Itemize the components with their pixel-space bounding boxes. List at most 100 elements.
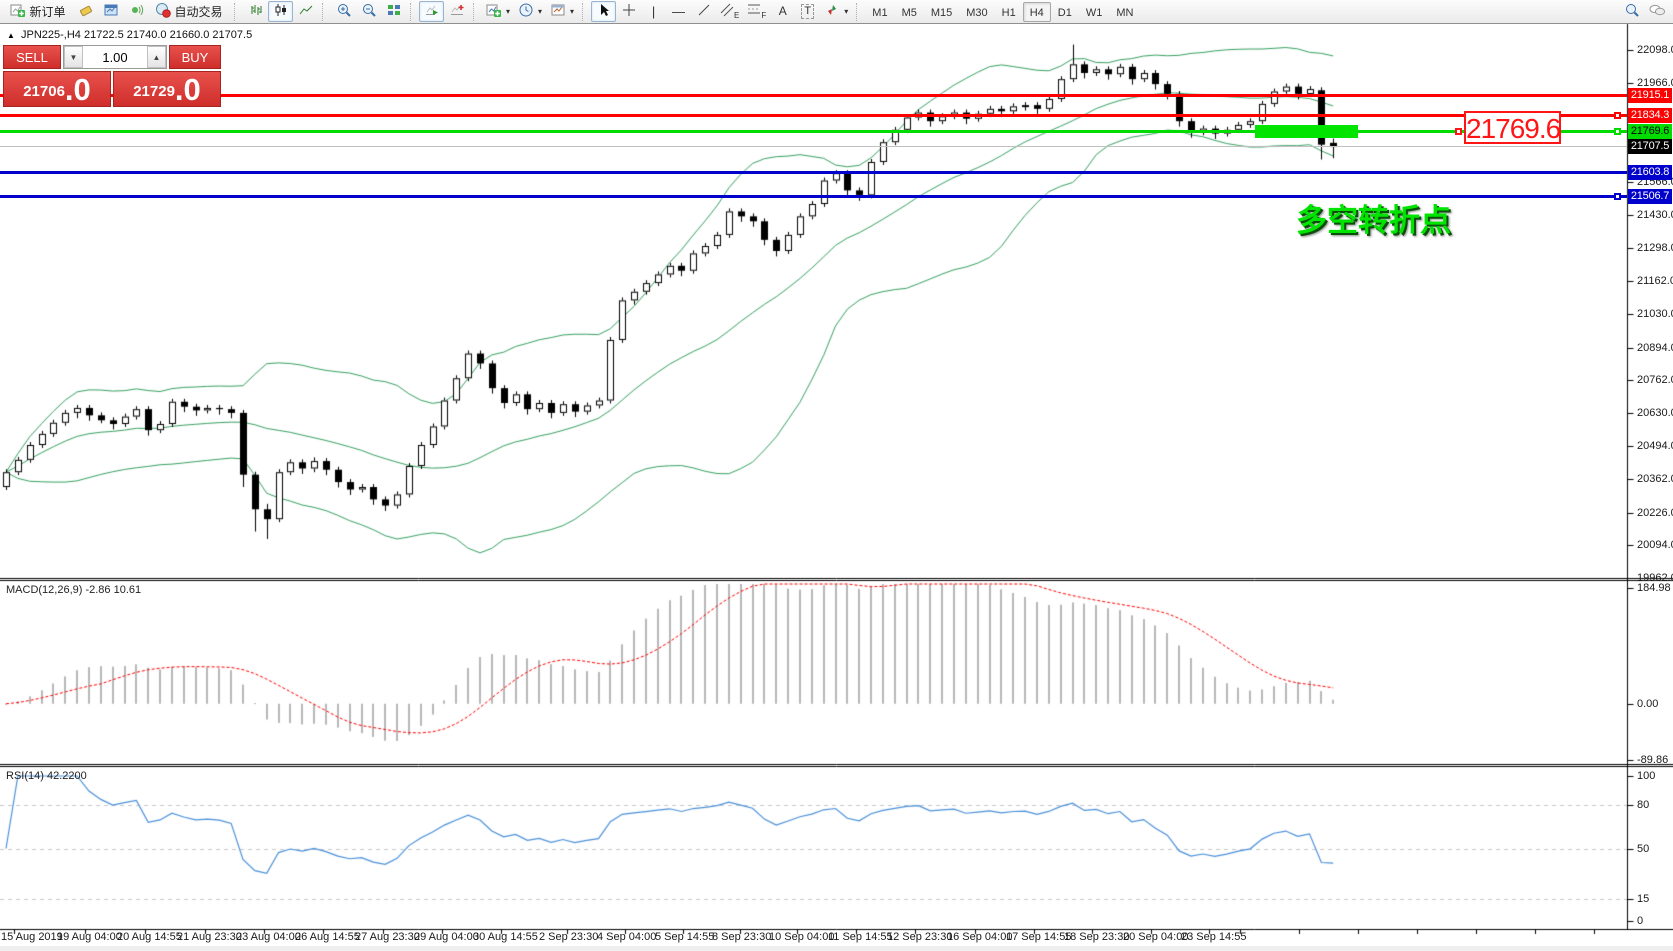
- resistance-line-upper[interactable]: [0, 94, 1627, 97]
- resistance-line-lower[interactable]: [0, 114, 1627, 117]
- pivot-line-green-badge: 21769.6: [1628, 124, 1672, 139]
- macd-axis-tick: 184.98: [1637, 582, 1671, 594]
- price-callout-box[interactable]: 21769.6: [1464, 111, 1561, 144]
- auto-scroll-button[interactable]: [419, 1, 444, 22]
- timeframe-W1[interactable]: W1: [1079, 2, 1110, 22]
- zoom-in-button[interactable]: [331, 1, 356, 22]
- chart-shift-button[interactable]: [444, 1, 469, 22]
- trendline-button[interactable]: [691, 1, 716, 22]
- time-axis-label: 10 Sep 04:00: [769, 931, 834, 943]
- trendline-icon: [696, 2, 712, 21]
- templates-button[interactable]: ▾: [546, 1, 578, 22]
- price-tick: 20894.0: [1637, 342, 1673, 354]
- price-tick: 20762.0: [1637, 374, 1673, 386]
- sell-price-fraction: .0: [65, 74, 91, 105]
- timeframe-D1[interactable]: D1: [1051, 2, 1079, 22]
- profile-icon: [103, 2, 119, 21]
- ohlc-values: 21722.5 21740.0 21660.0 21707.5: [84, 29, 252, 41]
- vertical-line-icon: |: [652, 5, 655, 18]
- price-callout-anchor[interactable]: [1455, 128, 1462, 135]
- time-axis-label: 16 Sep 04:00: [947, 931, 1012, 943]
- time-axis-label: 23 Sep 14:55: [1181, 931, 1246, 943]
- time-axis-label: 23 Aug 04:00: [236, 931, 301, 943]
- support-line-lower-handle[interactable]: [1614, 193, 1621, 200]
- rsi-axis-tick: 0: [1637, 915, 1643, 927]
- pivot-line-green-handle[interactable]: [1614, 128, 1621, 135]
- timeframe-MN[interactable]: MN: [1109, 2, 1140, 22]
- indicators-icon: [486, 2, 502, 21]
- time-axis-label: 30 Aug 14:55: [473, 931, 538, 943]
- channel-icon: [720, 2, 734, 21]
- zoom-out-button[interactable]: [356, 1, 381, 22]
- arrows-icon: [824, 2, 840, 21]
- chart-canvas[interactable]: [0, 0, 1673, 951]
- sell-price-display[interactable]: 21706 .0: [3, 71, 111, 107]
- rsi-axis-tick: 80: [1637, 799, 1649, 811]
- current-price-line[interactable]: [0, 146, 1627, 147]
- time-axis-label: 29 Aug 04:00: [414, 931, 479, 943]
- crosshair-icon: [621, 2, 637, 21]
- text-tool-icon: A: [779, 5, 787, 18]
- time-axis-label: 20 Aug 14:55: [117, 931, 182, 943]
- volume-input[interactable]: 1.00: [83, 46, 147, 68]
- text-tool-button[interactable]: A: [770, 1, 795, 22]
- pivot-line-green[interactable]: [0, 130, 1627, 133]
- time-axis-label: 20 Sep 04:00: [1123, 931, 1188, 943]
- resistance-line-lower-handle[interactable]: [1614, 112, 1621, 119]
- periods-button[interactable]: ▾: [514, 1, 546, 22]
- buy-price-main: 21729: [133, 79, 175, 105]
- collapse-icon[interactable]: ▲: [7, 31, 15, 40]
- tile-windows-button[interactable]: [381, 1, 406, 22]
- line-chart-icon: [298, 2, 314, 21]
- price-tick: 20494.0: [1637, 440, 1673, 452]
- volume-down-button[interactable]: ▼: [64, 46, 83, 68]
- timeframe-H1[interactable]: H1: [995, 2, 1023, 22]
- profiles-button[interactable]: [98, 1, 123, 22]
- timeframe-M1[interactable]: M1: [865, 2, 894, 22]
- time-axis-label: 11 Sep 14:55: [828, 931, 893, 943]
- cursor-button[interactable]: [591, 1, 616, 22]
- price-tick: 20630.0: [1637, 407, 1673, 419]
- sell-button[interactable]: SELL: [3, 45, 61, 69]
- turning-point-annotation[interactable]: 多空转折点: [1296, 195, 1451, 240]
- label-tool-button[interactable]: T: [795, 1, 820, 22]
- autotrading-button[interactable]: 自动交易: [148, 1, 230, 22]
- candlestick-chart-button[interactable]: [268, 1, 293, 22]
- toolbar: 新订单 自动交易 ▾ ▾ ▾ | — E F A T ▾ M1M5M15M30H…: [0, 0, 1673, 24]
- timeframe-M5[interactable]: M5: [895, 2, 924, 22]
- horizontal-line-button[interactable]: —: [666, 1, 691, 22]
- cursor-icon: [596, 2, 612, 21]
- search-button[interactable]: [1619, 1, 1644, 22]
- status-strip: [0, 946, 1673, 951]
- vertical-line-button[interactable]: |: [641, 1, 666, 22]
- timeframe-M30[interactable]: M30: [959, 2, 994, 22]
- templates-icon: [550, 2, 566, 21]
- layouts-button[interactable]: [73, 1, 98, 22]
- chat-button[interactable]: [1644, 1, 1670, 22]
- indicators-button[interactable]: ▾: [482, 1, 514, 22]
- horizontal-line-icon: —: [672, 5, 685, 18]
- crosshair-button[interactable]: [616, 1, 641, 22]
- label-tool-icon: T: [801, 4, 814, 19]
- alerts-button[interactable]: [123, 1, 148, 22]
- new-order-button[interactable]: 新订单: [3, 1, 73, 22]
- volume-spinner: ▼ 1.00 ▲: [63, 45, 167, 69]
- line-chart-button[interactable]: [293, 1, 318, 22]
- bar-chart-icon: [248, 2, 264, 21]
- one-click-trading-panel: SELL ▼ 1.00 ▲ BUY 21706 .0 21729 .0: [3, 45, 221, 107]
- bar-chart-button[interactable]: [243, 1, 268, 22]
- fibonacci-button[interactable]: F: [743, 1, 770, 22]
- channel-button[interactable]: E: [716, 1, 743, 22]
- support-zone-bar[interactable]: [1255, 125, 1358, 138]
- time-axis-label: 4 Sep 04:00: [597, 931, 656, 943]
- volume-up-button[interactable]: ▲: [147, 46, 166, 68]
- timeframe-M15[interactable]: M15: [924, 2, 959, 22]
- timeframe-H4[interactable]: H4: [1023, 2, 1051, 22]
- buy-price-display[interactable]: 21729 .0: [113, 71, 221, 107]
- buy-button[interactable]: BUY: [169, 45, 221, 69]
- new-order-icon: [10, 2, 26, 21]
- dropdown-caret-icon: ▾: [506, 7, 510, 16]
- chart-shift-icon: [449, 2, 465, 21]
- support-line-upper[interactable]: [0, 171, 1627, 174]
- arrows-button[interactable]: ▾: [820, 1, 852, 22]
